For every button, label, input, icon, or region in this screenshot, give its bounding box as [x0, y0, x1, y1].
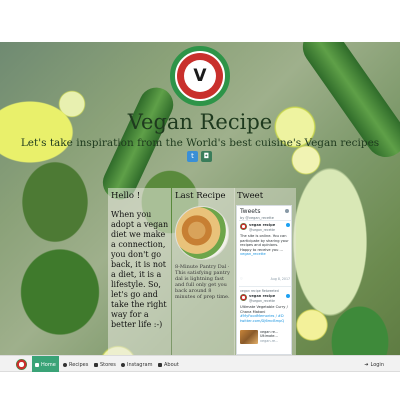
nav-item-recipes[interactable]: Recipes [60, 356, 91, 373]
nav-item-home[interactable]: Home [32, 356, 59, 373]
avatar[interactable] [240, 223, 247, 230]
tweet-author-name[interactable]: vegan recipe [249, 223, 275, 227]
globe-icon [63, 362, 67, 367]
tweet-item[interactable]: vegan recipe Retweeted vegan recipe @veg… [239, 286, 291, 354]
site-tagline: Let's take inspiration from the World's … [20, 137, 380, 149]
twitter-timeline-widget[interactable]: Tweets by @vegan_recette vegan recipe @v… [236, 205, 292, 355]
login-link[interactable]: ➜ Login [364, 356, 384, 373]
timeline-title: Tweets [240, 208, 261, 215]
nav-label: Recipes [69, 361, 89, 368]
timeline-header: Tweets by @vegan_recette [240, 208, 274, 220]
twitter-bird-icon[interactable] [286, 294, 290, 298]
avatar[interactable] [240, 294, 247, 301]
tweet-body: The site is online. You can participate … [240, 234, 290, 257]
tweet-item[interactable]: vegan recipe @vegan_recette The site is … [239, 220, 291, 284]
tweet-text: Ultimate Vegetable Curry / Chana Makani [240, 305, 288, 314]
tweet-card[interactable]: vegan re... Ultimate... vegan-re... [260, 330, 290, 343]
nav-label: About [164, 361, 179, 368]
nav-item-about[interactable]: About [155, 356, 182, 373]
tweet-title: Tweet [237, 191, 264, 201]
tweet-author-handle[interactable]: @vegan_recette [249, 299, 275, 303]
logo-letter: V [193, 65, 207, 86]
hello-text: When you adopt a vegan diet we make a co… [111, 210, 169, 329]
page-footer-space [0, 372, 400, 400]
tweet-link[interactable]: twitter.com/DJ6mcBmpQ [240, 319, 284, 323]
page: { "site": { "title": "Vegan Recipe", "ta… [0, 0, 400, 400]
last-recipe-column: Last Recipe 8-Minute Pantry Dal · This s… [172, 188, 235, 355]
nav-item-stores[interactable]: Stores [91, 356, 119, 373]
last-recipe-title: Last Recipe [175, 191, 226, 201]
hello-title: Hello ! [111, 191, 141, 201]
nav-label: Stores [100, 361, 116, 368]
login-label: Login [370, 361, 385, 368]
tweet-meta: ♡ Aug 8, 2017 [240, 277, 290, 281]
retweet-label: vegan recipe Retweeted [240, 289, 279, 293]
logo-center: V [184, 60, 216, 92]
heart-icon[interactable]: ♡ [240, 277, 243, 281]
card-source: vegan-re... [260, 338, 279, 343]
tweet-body: Ultimate Vegetable Curry / Chana Makani … [240, 305, 290, 323]
tweet-hashtag[interactable]: #MyFoodMemories / #D [240, 314, 284, 318]
tweet-text: The site is online. You can participate … [240, 234, 289, 252]
hello-column: Hello ! When you adopt a vegan diet we m… [108, 188, 171, 355]
flag-icon [94, 362, 98, 367]
recipe-text[interactable]: 8-Minute Pantry Dal · This satisfying pa… [175, 264, 233, 300]
twitter-icon[interactable]: t [187, 151, 198, 162]
instagram-icon[interactable]: ◘ [201, 151, 212, 162]
nav-label: Instagram [127, 361, 153, 368]
tweet-author-handle[interactable]: @vegan_recette [249, 228, 275, 232]
site-logo[interactable]: V [170, 46, 230, 106]
tweet-author-name[interactable]: vegan recipe [249, 294, 275, 298]
social-links: t ◘ [187, 151, 212, 162]
nav-logo-icon[interactable] [16, 359, 27, 370]
tweet-card-image[interactable] [240, 330, 258, 344]
site-title: Vegan Recipe [127, 110, 273, 134]
bottom-navbar: Home Recipes Stores Instagram About ➜ Lo… [0, 355, 400, 373]
recipe-image[interactable] [175, 206, 229, 260]
logo-ring: V [177, 53, 223, 99]
home-icon [35, 362, 39, 367]
camera-icon [121, 362, 125, 367]
nav-label: Home [41, 361, 56, 368]
tweet-date[interactable]: Aug 8, 2017 [271, 277, 290, 281]
twitter-bird-icon[interactable] [286, 223, 290, 227]
tweet-link[interactable]: vegan_recette [240, 252, 266, 256]
login-icon: ➜ [364, 361, 369, 368]
bookmark-icon [158, 362, 162, 367]
info-icon[interactable] [285, 209, 289, 213]
nav-item-instagram[interactable]: Instagram [118, 356, 155, 373]
